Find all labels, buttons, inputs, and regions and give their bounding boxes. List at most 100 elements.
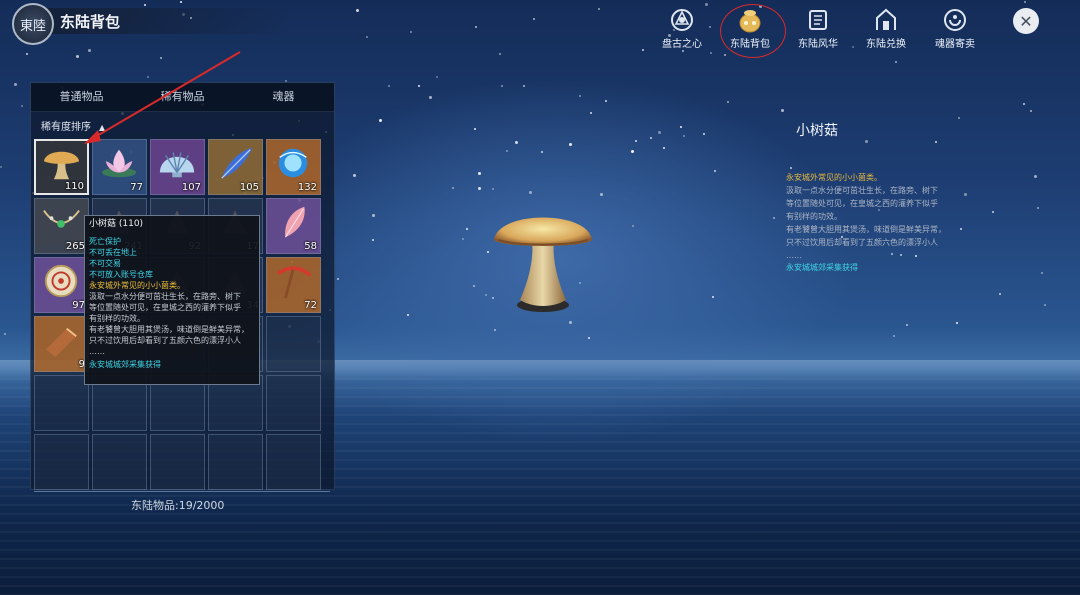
empty-item-slot[interactable]: [208, 434, 263, 490]
detail-desc-line: 有别样的功效。: [786, 212, 842, 221]
tooltip-desc-line: 有别样的功效。: [89, 314, 145, 323]
item-slot[interactable]: 110: [34, 139, 89, 195]
star: [501, 85, 504, 88]
tooltip-flag: 不可丢在地上: [89, 248, 137, 257]
gauntlet-icon: [40, 321, 83, 359]
star: [532, 17, 535, 20]
star: [703, 133, 706, 136]
highlight-circle: [720, 4, 786, 58]
item-slot[interactable]: 72: [266, 257, 321, 313]
star: [379, 119, 383, 123]
star: [474, 25, 477, 28]
empty-item-slot[interactable]: [150, 434, 205, 490]
star: [428, 96, 432, 100]
nav-soul-consign[interactable]: 魂器寄卖: [925, 6, 985, 50]
seashell-icon: [156, 144, 199, 182]
star: [494, 328, 497, 331]
star: [683, 134, 686, 137]
tooltip-flag: 不可交易: [89, 259, 121, 268]
empty-item-slot[interactable]: [266, 434, 321, 490]
star: [865, 140, 869, 144]
tab-rare-items[interactable]: 稀有物品: [132, 83, 233, 111]
tooltip-desc-line: 只不过饮用后却看到了五颜六色的漂浮小人: [89, 336, 241, 345]
star: [498, 53, 501, 56]
nav-scroll[interactable]: 东陆风华: [788, 6, 848, 50]
page-title: 东陆背包: [60, 13, 121, 31]
item-slot[interactable]: 265: [34, 198, 89, 254]
star: [605, 100, 608, 103]
item-count: 132: [297, 182, 317, 193]
tooltip-origin: 永安城外常见的小小菌类。: [89, 281, 185, 290]
star: [336, 277, 339, 280]
item-count: 110: [64, 181, 84, 192]
star: [356, 9, 360, 13]
star: [473, 128, 476, 131]
star: [681, 49, 684, 52]
close-button[interactable]: ✕: [1013, 8, 1039, 34]
star: [578, 94, 581, 97]
nav-exchange[interactable]: 东陆兑换: [856, 6, 916, 50]
star: [992, 210, 995, 213]
star: [26, 52, 29, 55]
star: [451, 187, 454, 190]
tooltip-desc-line: 汲取一点水分便可茁壮生长，在路旁、树下: [89, 292, 241, 301]
nav-label: 魂器寄卖: [935, 39, 975, 50]
item-slot[interactable]: 97: [34, 257, 89, 313]
empty-item-slot[interactable]: [92, 434, 147, 490]
sort-rarity-button[interactable]: 稀有度排序 ▲: [41, 118, 105, 133]
tab-soul-vessels[interactable]: 魂器: [233, 83, 334, 111]
star: [160, 56, 163, 59]
item-count: 77: [130, 182, 143, 193]
empty-item-slot[interactable]: [266, 375, 321, 431]
star: [657, 130, 661, 134]
star: [491, 188, 494, 191]
close-icon: ✕: [1019, 11, 1033, 31]
star: [353, 173, 357, 177]
item-count: 72: [304, 300, 317, 311]
star: [409, 30, 412, 33]
star: [649, 136, 652, 139]
star: [515, 140, 519, 144]
red-pickaxe-icon: [272, 262, 315, 300]
item-slot[interactable]: 9: [34, 316, 89, 372]
nav-label: 盘古之心: [662, 39, 702, 50]
detail-desc-line: 汲取一点水分便可茁壮生长，在路旁、树下: [786, 186, 938, 195]
star: [631, 149, 635, 153]
nav-label: 东陆兑换: [866, 39, 906, 50]
game-logo: 東陸: [12, 3, 54, 45]
star: [505, 149, 508, 152]
gate-exchange-icon: [872, 6, 900, 34]
tooltip-desc-line: 有老饕曾大胆用其煲汤，味道倒是鲜美异常，: [89, 325, 249, 334]
lotus-icon: [98, 144, 141, 182]
star: [726, 100, 729, 103]
compass-icon: [40, 262, 83, 300]
empty-item-slot[interactable]: [266, 316, 321, 372]
star: [180, 1, 183, 3]
star: [372, 239, 375, 242]
star: [20, 105, 23, 108]
tooltip-source: 永安城城郊采集获得: [89, 360, 161, 369]
item-slot[interactable]: 105: [208, 139, 263, 195]
item-slot[interactable]: 107: [150, 139, 205, 195]
star: [541, 150, 544, 153]
mushroom-icon: [494, 217, 592, 312]
star: [711, 295, 714, 298]
star: [462, 238, 465, 241]
star: [477, 186, 481, 190]
empty-item-slot[interactable]: [34, 375, 89, 431]
empty-item-slot[interactable]: [34, 434, 89, 490]
tab-normal-items[interactable]: 普通物品: [31, 83, 132, 111]
detail-desc-line: 等位置随处可见，在皇城之西的灌养下似乎: [786, 199, 938, 208]
star: [957, 117, 960, 120]
sort-arrow-icon: ▲: [99, 123, 106, 132]
item-slot[interactable]: 132: [266, 139, 321, 195]
nav-label: 东陆风华: [798, 39, 838, 50]
nav-pangu-heart[interactable]: 盘古之心: [652, 6, 712, 50]
star: [679, 126, 682, 128]
star: [1024, 0, 1027, 3]
bag-tabs: 普通物品 稀有物品 魂器: [31, 83, 334, 112]
pangu-heart-icon: [668, 6, 696, 34]
item-count: 107: [181, 182, 201, 193]
item-slot[interactable]: 58: [266, 198, 321, 254]
item-slot[interactable]: 77: [92, 139, 147, 195]
